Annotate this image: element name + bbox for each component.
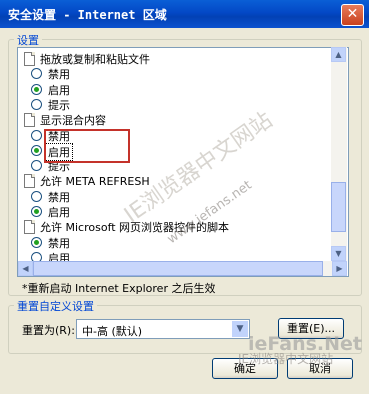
reset-to-label: 重置为(R): [22,324,75,337]
restart-note: *重新启动 Internet Explorer 之后生效 [22,282,216,295]
settings-group-label: 设置 [14,32,42,48]
setting-label: 禁用 [48,190,70,204]
radio-checked-icon[interactable] [31,236,42,248]
reset-group-label: 重置自定义设置 [14,298,97,314]
radio-checked-icon[interactable] [31,83,42,95]
watermark-brand-cn: IE浏览器中文网站 [238,352,334,366]
setting-label: 启用 [48,83,70,97]
setting-label: 禁用 [48,236,70,250]
radio-checked-icon[interactable] [31,144,42,156]
setting-label: 拖放或复制和粘贴文件 [40,53,150,66]
vertical-scroll-thumb[interactable] [331,182,346,232]
setting-label: 显示混合内容 [40,114,106,128]
window-title: 安全设置 - Internet 区域 [8,8,167,22]
radio-checked-icon[interactable] [31,206,42,217]
document-icon [24,113,35,128]
title-bar: 安全设置 - Internet 区域 ✕ [0,0,369,28]
document-icon [24,220,35,235]
horizontal-scrollbar[interactable]: ◀ ▶ [18,261,347,276]
radio-unchecked-icon[interactable] [31,129,42,141]
scroll-down-button[interactable]: ▼ [331,246,346,261]
setting-label: 允许 META REFRESH [40,175,150,189]
security-level-dropdown[interactable]: 中-高 (默认) ▼ [76,319,250,339]
setting-label: 启用 [48,206,70,219]
scroll-left-button[interactable]: ◀ [18,261,33,276]
setting-label: 提示 [48,98,70,112]
radio-unchecked-icon[interactable] [31,98,42,110]
close-button[interactable]: ✕ [341,4,364,26]
vertical-scrollbar[interactable]: ▲ ▼ [331,47,347,261]
document-icon [24,174,35,189]
horizontal-scroll-thumb[interactable] [33,261,323,276]
radio-unchecked-icon[interactable] [31,68,42,80]
radio-unchecked-icon[interactable] [31,160,42,172]
radio-unchecked-icon[interactable] [31,190,42,202]
setting-label: 禁用 [48,68,70,82]
chevron-down-icon[interactable]: ▼ [232,321,248,337]
document-icon [24,52,35,66]
highlight-annotation [44,129,130,163]
security-level-value: 中-高 (默认) [82,325,143,338]
scroll-right-button[interactable]: ▶ [332,261,347,276]
scroll-up-button[interactable]: ▲ [331,47,346,62]
